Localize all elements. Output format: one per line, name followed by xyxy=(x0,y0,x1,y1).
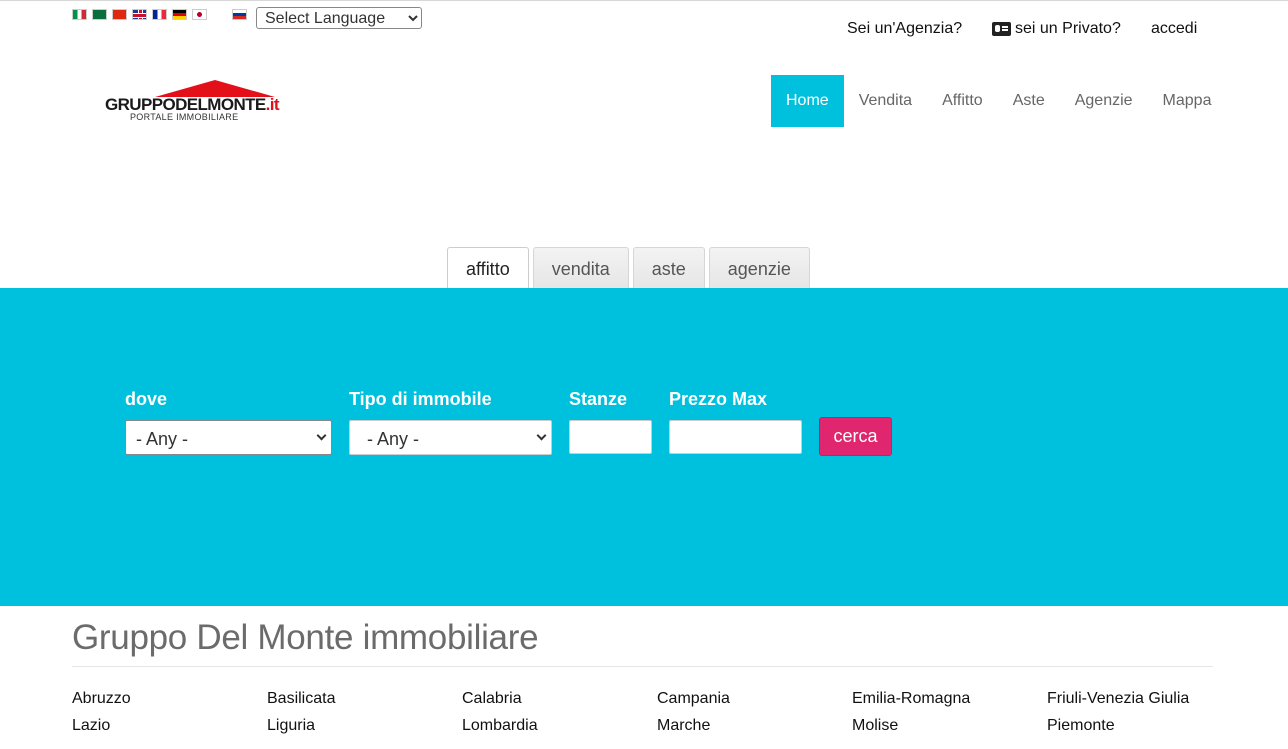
prezzo-max-input[interactable] xyxy=(669,420,802,454)
language-flags xyxy=(72,9,247,20)
region-link[interactable]: Abruzzo xyxy=(72,690,267,708)
search-tabs: affitto vendita aste agenzie xyxy=(447,247,810,288)
tab-vendita[interactable]: vendita xyxy=(532,247,629,288)
dove-select[interactable]: - Any - xyxy=(125,420,332,455)
section-divider xyxy=(72,666,1213,667)
stanze-label: Stanze xyxy=(569,389,628,409)
nav-affitto[interactable]: Affitto xyxy=(927,75,998,127)
prezzo-label: Prezzo Max xyxy=(669,389,768,409)
region-link[interactable]: Marche xyxy=(657,717,852,735)
tab-aste[interactable]: aste xyxy=(632,247,705,288)
tipo-select-value: - Any - xyxy=(367,429,420,449)
flag-italian-icon[interactable] xyxy=(72,9,87,20)
regions-list: Abruzzo Basilicata Calabria Campania Emi… xyxy=(72,690,1242,735)
flag-russian-icon[interactable] xyxy=(232,9,247,20)
tab-agenzie[interactable]: agenzie xyxy=(708,247,810,288)
dove-select-value: - Any - xyxy=(136,429,189,449)
nav-vendita[interactable]: Vendita xyxy=(844,75,927,127)
main-nav: Home Vendita Affitto Aste Agenzie Mappa xyxy=(771,75,1226,127)
region-link[interactable]: Basilicata xyxy=(267,690,462,708)
region-link[interactable]: Lazio xyxy=(72,717,267,735)
agency-link[interactable]: Sei un'Agenzia? xyxy=(847,20,962,38)
top-border xyxy=(0,0,1288,4)
nav-mappa[interactable]: Mappa xyxy=(1148,75,1227,127)
flag-japanese-icon[interactable] xyxy=(192,9,207,20)
chevron-down-icon xyxy=(316,430,327,441)
nav-aste[interactable]: Aste xyxy=(998,75,1060,127)
id-card-icon xyxy=(992,22,1011,36)
region-link[interactable]: Molise xyxy=(852,717,1047,735)
logo-tagline: PORTALE IMMOBILIARE xyxy=(130,112,239,122)
flag-english-icon[interactable] xyxy=(132,9,147,20)
site-logo[interactable]: GRUPPODELMONTE.it PORTALE IMMOBILIARE xyxy=(100,78,280,126)
chevron-down-icon xyxy=(536,430,547,441)
region-link[interactable]: Emilia-Romagna xyxy=(852,690,1047,708)
tipo-label: Tipo di immobile xyxy=(349,389,492,409)
dove-label: dove xyxy=(125,389,168,409)
flag-german-icon[interactable] xyxy=(172,9,187,20)
region-link[interactable]: Lombardia xyxy=(462,717,657,735)
region-link[interactable]: Liguria xyxy=(267,717,462,735)
flag-french-icon[interactable] xyxy=(152,9,167,20)
stanze-input[interactable] xyxy=(569,420,652,454)
search-button[interactable]: cerca xyxy=(819,417,892,456)
nav-home[interactable]: Home xyxy=(771,75,844,127)
language-select[interactable]: Select Language xyxy=(256,7,422,29)
nav-agenzie[interactable]: Agenzie xyxy=(1060,75,1148,127)
region-link[interactable]: Campania xyxy=(657,690,852,708)
region-link[interactable]: Friuli-Venezia Giulia xyxy=(1047,690,1242,708)
private-link-label: sei un Privato? xyxy=(1015,20,1121,37)
login-link[interactable]: accedi xyxy=(1151,20,1197,38)
flag-chinese-icon[interactable] xyxy=(112,9,127,20)
tab-affitto[interactable]: affitto xyxy=(447,247,529,288)
section-title: Gruppo Del Monte immobiliare xyxy=(72,618,539,657)
tipo-select[interactable]: - Any - xyxy=(349,420,552,455)
region-link[interactable]: Piemonte xyxy=(1047,717,1242,735)
region-link[interactable]: Calabria xyxy=(462,690,657,708)
flag-arabic-icon[interactable] xyxy=(92,9,107,20)
private-link[interactable]: sei un Privato? xyxy=(992,20,1121,38)
